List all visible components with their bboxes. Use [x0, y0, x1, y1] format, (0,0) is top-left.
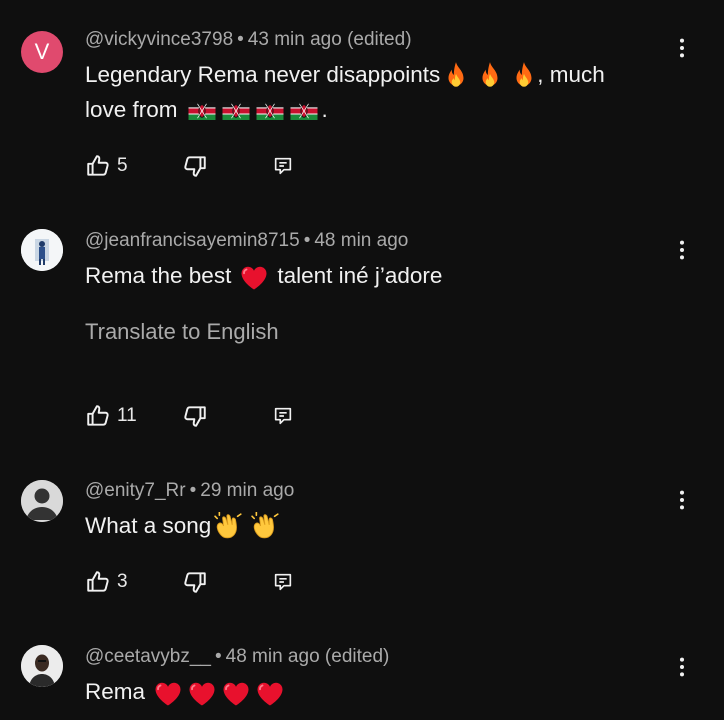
comment-body: Rema	[85, 674, 685, 709]
comment-meta: @vickyvince3798 • 43 min ago (edited)	[85, 29, 412, 51]
more-vertical-icon	[679, 37, 685, 59]
comment-text: love from	[85, 97, 178, 122]
comment-enity7_rr: @enity7_Rr • 29 min ago What a song 3	[0, 455, 724, 630]
red-heart-emoji	[153, 679, 183, 707]
comment-body: What a song	[85, 508, 685, 543]
comment-body: Rema the best talent iné j’adore	[85, 258, 685, 293]
comment-timestamp[interactable]: 48 min ago	[226, 646, 320, 667]
comment-author-handle[interactable]: @enity7_Rr	[85, 480, 186, 501]
comment-timestamp[interactable]: 43 min ago	[248, 29, 342, 50]
comment-text: talent iné j’adore	[277, 263, 443, 288]
comment-author-handle[interactable]: @ceetavybz__	[85, 646, 211, 667]
comment-meta: @jeanfrancisayemin8715 • 48 min ago	[85, 230, 408, 252]
more-actions-button[interactable]	[672, 235, 692, 265]
reply-button[interactable]	[272, 567, 294, 597]
more-actions-button[interactable]	[672, 652, 692, 682]
comment-actions: 5	[85, 151, 325, 181]
like-count: 11	[117, 405, 137, 426]
avatar-letter: V	[34, 39, 50, 64]
comment-ceetavybz: @ceetavybz__ • 48 min ago (edited) Rema	[0, 630, 724, 720]
fire-emoji	[511, 61, 537, 91]
red-heart-emoji	[239, 263, 269, 291]
translate-link[interactable]: Translate to English	[85, 319, 279, 345]
reply-button[interactable]	[272, 401, 294, 431]
thumbs-up-icon	[85, 569, 111, 595]
like-count: 3	[117, 571, 128, 592]
more-vertical-icon	[679, 656, 685, 678]
edited-label: (edited)	[347, 29, 412, 50]
avatar[interactable]	[21, 480, 63, 522]
more-actions-button[interactable]	[672, 485, 692, 515]
avatar[interactable]	[21, 229, 63, 271]
comment-timestamp[interactable]: 29 min ago	[200, 480, 294, 501]
default-avatar-icon	[21, 480, 63, 522]
thumbs-down-icon	[182, 569, 208, 595]
comment-text: What a song	[85, 513, 212, 538]
reply-button[interactable]	[272, 151, 294, 181]
like-button[interactable]: 3	[85, 567, 128, 597]
comment-timestamp[interactable]: 48 min ago	[314, 230, 408, 251]
meta-separator: •	[303, 230, 311, 251]
comment-meta: @enity7_Rr • 29 min ago	[85, 480, 294, 502]
thumbs-down-icon	[182, 403, 208, 429]
comment-line: love from.	[85, 92, 685, 127]
meta-separator: •	[189, 480, 197, 501]
comment-jeanfrancisayemin8715: @jeanfrancisayemin8715 • 48 min ago Rema t…	[0, 200, 724, 455]
red-heart-emoji	[255, 679, 285, 707]
more-vertical-icon	[679, 489, 685, 511]
kenya-flag-emoji	[256, 102, 284, 120]
comment-text: Rema	[85, 679, 146, 704]
comment-line: Legendary Rema never disappoints , much	[85, 57, 685, 92]
avatar-image	[21, 229, 63, 271]
edited-label: (edited)	[324, 646, 390, 667]
comment-text: Legendary Rema never disappoints	[85, 62, 441, 87]
fire-emoji	[443, 61, 469, 91]
reply-icon	[272, 154, 294, 178]
fire-emoji	[477, 61, 503, 91]
meta-separator: •	[214, 646, 222, 667]
kenya-flag-emoji	[188, 102, 216, 120]
kenya-flag-emoji	[290, 102, 318, 120]
avatar-image	[21, 645, 63, 687]
comment-author-handle[interactable]: @jeanfrancisayemin8715	[85, 230, 300, 251]
red-heart-emoji	[221, 679, 251, 707]
like-count: 5	[117, 155, 128, 176]
comment-meta: @ceetavybz__ • 48 min ago (edited)	[85, 646, 389, 668]
comment-text: .	[321, 97, 328, 122]
thumbs-up-icon	[85, 403, 111, 429]
meta-separator: •	[237, 29, 244, 50]
comment-actions: 3	[85, 567, 325, 597]
more-actions-button[interactable]	[672, 33, 692, 63]
like-button[interactable]: 5	[85, 151, 128, 181]
comment-body: Legendary Rema never disappoints , much l…	[85, 57, 685, 127]
avatar[interactable]	[21, 645, 63, 687]
reply-icon	[272, 570, 294, 594]
like-button[interactable]: 11	[85, 401, 137, 431]
clapping-hands-emoji	[214, 512, 244, 542]
comment-vickyvince3798: V @vickyvince3798 • 43 min ago (edited) Le…	[0, 0, 724, 200]
dislike-button[interactable]	[182, 567, 208, 597]
kenya-flag-emoji	[222, 102, 250, 120]
thumbs-up-icon	[85, 153, 111, 179]
avatar[interactable]: V	[21, 31, 63, 73]
dislike-button[interactable]	[182, 401, 208, 431]
comment-text: Rema the best	[85, 263, 232, 288]
comment-author-handle[interactable]: @vickyvince3798	[85, 29, 233, 50]
comment-text: , much	[537, 62, 605, 87]
clapping-hands-emoji	[251, 512, 281, 542]
thumbs-down-icon	[182, 153, 208, 179]
comment-actions: 11	[85, 401, 325, 431]
dislike-button[interactable]	[182, 151, 208, 181]
red-heart-emoji	[187, 679, 217, 707]
more-vertical-icon	[679, 239, 685, 261]
reply-icon	[272, 404, 294, 428]
